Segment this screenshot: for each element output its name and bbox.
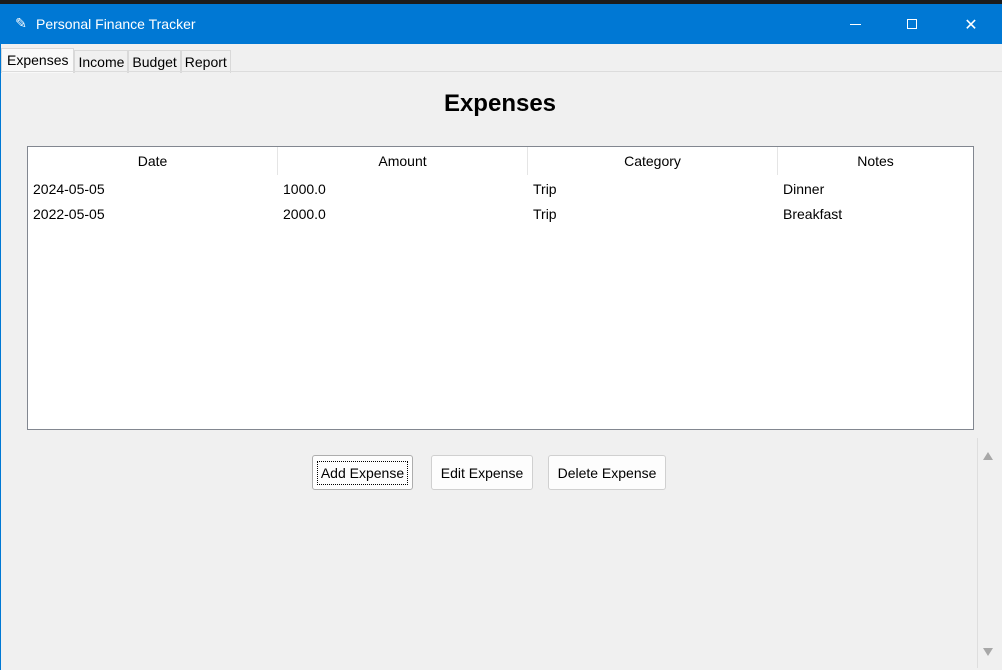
app-window: ✎ Personal Finance Tracker ✕ Expenses In… <box>0 4 1002 670</box>
add-expense-button[interactable]: Add Expense <box>312 455 413 490</box>
tab-bar: Expenses Income Budget Report <box>1 48 231 73</box>
maximize-button[interactable] <box>883 4 941 44</box>
tab-divider <box>1 71 1002 72</box>
edit-expense-button[interactable]: Edit Expense <box>431 455 533 490</box>
window-title: Personal Finance Tracker <box>36 16 196 32</box>
minimize-button[interactable] <box>826 4 884 44</box>
column-header-notes[interactable]: Notes <box>778 147 973 175</box>
tab-budget[interactable]: Budget <box>128 50 181 73</box>
cell-notes: Dinner <box>783 181 825 197</box>
cell-date: 2022-05-05 <box>33 206 105 222</box>
column-header-amount[interactable]: Amount <box>278 147 528 175</box>
cell-amount: 2000.0 <box>283 206 326 222</box>
page-title: Expenses <box>443 90 557 117</box>
add-expense-label: Add Expense <box>316 460 409 485</box>
tab-expenses[interactable]: Expenses <box>1 48 75 73</box>
vertical-scrollbar[interactable] <box>977 438 999 668</box>
cell-date: 2024-05-05 <box>33 181 105 197</box>
cell-category: Trip <box>533 181 557 197</box>
column-header-date[interactable]: Date <box>28 147 278 175</box>
delete-expense-button[interactable]: Delete Expense <box>548 455 666 490</box>
close-icon: ✕ <box>964 14 978 34</box>
minimize-icon <box>849 23 861 25</box>
cell-category: Trip <box>533 206 557 222</box>
table-row[interactable]: 2022-05-05 2000.0 Trip Breakfast <box>28 202 973 227</box>
expenses-table[interactable]: Date Amount Category Notes 2024-05-05 10… <box>27 146 974 430</box>
close-button[interactable]: ✕ <box>942 4 1000 44</box>
table-row[interactable]: 2024-05-05 1000.0 Trip Dinner <box>28 177 973 202</box>
cell-notes: Breakfast <box>783 206 843 222</box>
action-buttons: Add Expense Edit Expense Delete Expense <box>1 455 1002 492</box>
tab-report[interactable]: Report <box>180 50 231 73</box>
scroll-up-arrow-icon[interactable] <box>983 452 993 460</box>
column-header-category[interactable]: Category <box>528 147 778 175</box>
maximize-icon <box>907 19 917 29</box>
table-header: Date Amount Category Notes <box>28 147 973 177</box>
feather-icon: ✎ <box>15 16 27 32</box>
cell-amount: 1000.0 <box>283 181 326 197</box>
tab-income[interactable]: Income <box>74 50 129 73</box>
scroll-down-arrow-icon[interactable] <box>983 648 993 656</box>
title-bar: ✎ Personal Finance Tracker ✕ <box>1 4 1002 44</box>
